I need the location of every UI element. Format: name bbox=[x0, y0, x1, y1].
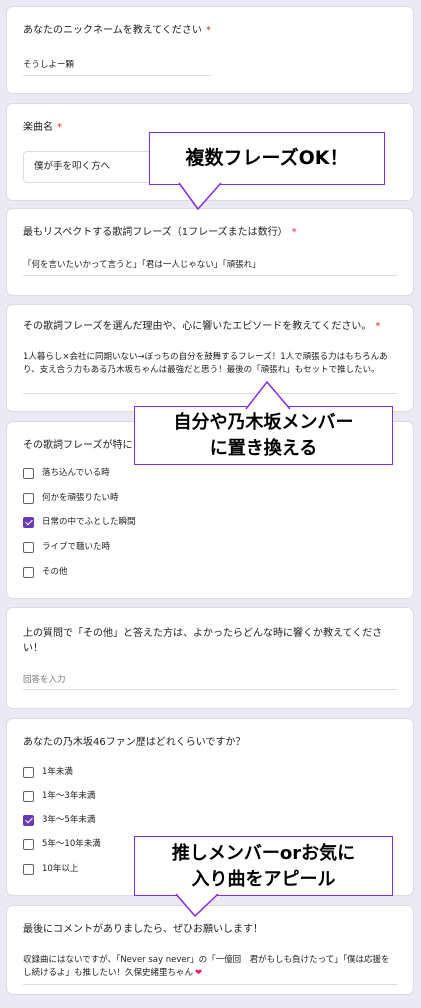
question-title: あなたの乃木坂46ファン歴はどれくらいですか？ bbox=[23, 737, 246, 748]
question-card-reason: その歌詞フレーズを選んだ理由や、心に響いたエピソードを教えてください。 * 1人暮… bbox=[6, 304, 414, 412]
callout-tail bbox=[245, 380, 291, 410]
callout-text: に置き換える bbox=[209, 438, 318, 459]
callout-multiple-phrases: 複数フレーズOK！ bbox=[149, 132, 385, 185]
required-mark: * bbox=[375, 321, 381, 332]
checkbox[interactable] bbox=[23, 767, 34, 778]
callout-replace-self: 自分や乃木坂メンバー に置き換える bbox=[134, 406, 393, 465]
answer-underline bbox=[23, 75, 211, 76]
option-label: その他 bbox=[42, 567, 68, 577]
checkbox[interactable] bbox=[23, 567, 34, 578]
callout-text: 自分や乃木坂メンバー bbox=[173, 412, 354, 433]
heart-icon: ❤ bbox=[195, 968, 203, 978]
question-card-nickname: あなたのニックネームを教えてください * そうしよー顆 bbox=[6, 6, 414, 94]
checkbox[interactable] bbox=[23, 864, 34, 875]
checkbox-checked[interactable] bbox=[23, 517, 34, 528]
checkbox[interactable] bbox=[23, 839, 34, 850]
callout-text: 複数フレーズOK！ bbox=[185, 147, 349, 169]
answer-underline bbox=[23, 393, 397, 394]
option-label: 落ち込んでいる時 bbox=[42, 468, 110, 478]
checkbox[interactable] bbox=[23, 542, 34, 553]
required-mark: * bbox=[57, 122, 62, 133]
comment-text: 収録曲にはないですが、「Never say never」の「一億回 君がもしも負… bbox=[23, 955, 390, 978]
callout-appeal: 推しメンバーorお気に 入り曲をアピール bbox=[134, 836, 393, 896]
question-title: あなたのニックネームを教えてください * bbox=[23, 25, 211, 36]
option-label: ライブで聴いた時 bbox=[42, 542, 111, 552]
required-mark: * bbox=[291, 227, 297, 238]
checkbox[interactable] bbox=[23, 468, 34, 479]
required-mark: * bbox=[205, 25, 211, 36]
question-title: 上の質問で「その他」と答えた方は、よかったらどんな時に響くか教えてください！ bbox=[23, 628, 383, 654]
answer-underline bbox=[23, 689, 397, 690]
comment-answer[interactable]: 収録曲にはないですが、「Never say never」の「一億回 君がもしも負… bbox=[23, 954, 397, 980]
other-input[interactable]: 回答を入力 bbox=[23, 674, 66, 687]
question-card-other: 上の質問で「その他」と答えた方は、よかったらどんな時に響くか教えてください！ 回… bbox=[6, 607, 414, 709]
callout-text: 入り曲をアピール bbox=[191, 869, 336, 890]
nickname-answer[interactable]: そうしよー顆 bbox=[23, 59, 74, 72]
question-title: 最もリスペクトする歌詞フレーズ（1フレーズまたは数行） * bbox=[23, 227, 297, 238]
reason-answer[interactable]: 1人暮らし×会社に同期いない→ぼっちの自分を鼓舞するフレーズ！1人で頑張る力はも… bbox=[23, 351, 397, 377]
answer-underline bbox=[23, 984, 397, 985]
checkbox[interactable] bbox=[23, 493, 34, 504]
option-label: 日常の中でふとした瞬間 bbox=[42, 517, 136, 527]
callout-tail bbox=[178, 182, 222, 211]
option-label: 1年未満 bbox=[42, 767, 73, 777]
question-title: 最後にコメントがありましたら、ぜひお願いします！ bbox=[23, 924, 263, 935]
option-label: 10年以上 bbox=[42, 864, 79, 874]
option-label: 1年〜3年未満 bbox=[42, 791, 96, 801]
checkbox[interactable] bbox=[23, 791, 34, 802]
lyric-answer[interactable]: 「何を言いたいかって言うと」「君は一人じゃない」「頑張れ」 bbox=[23, 259, 261, 272]
callout-tail bbox=[175, 893, 219, 918]
answer-underline bbox=[23, 275, 397, 276]
question-card-lyric: 最もリスペクトする歌詞フレーズ（1フレーズまたは数行） * 「何を言いたいかって言… bbox=[6, 208, 414, 296]
callout-text: 推しメンバーorお気に bbox=[171, 843, 356, 864]
option-label: 何かを頑張りたい時 bbox=[42, 493, 119, 503]
question-title: その歌詞フレーズを選んだ理由や、心に響いたエピソードを教えてください。 * bbox=[23, 321, 381, 332]
option-label: 3年〜5年未満 bbox=[42, 815, 96, 825]
option-label: 5年〜10年未満 bbox=[42, 839, 101, 849]
checkbox-checked[interactable] bbox=[23, 815, 34, 826]
